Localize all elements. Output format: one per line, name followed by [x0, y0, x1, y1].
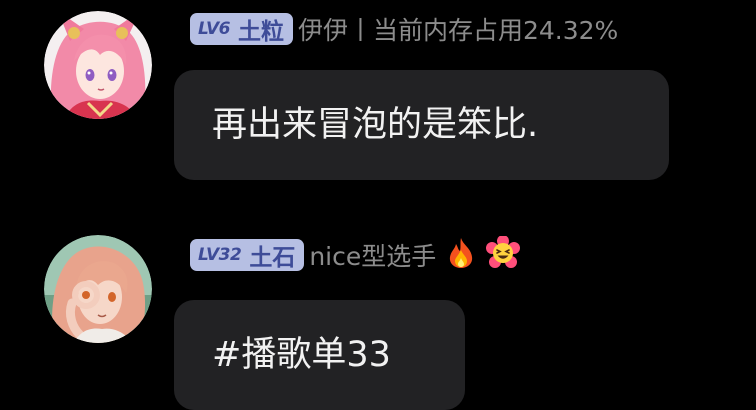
username[interactable]: nice型选手: [309, 237, 436, 273]
chat-feed: LV6 土粒 伊伊丨当前内存占用24.32% 再出来冒泡的是笨比. LV32 土…: [0, 0, 756, 410]
message-bubble[interactable]: 再出来冒泡的是笨比.: [174, 70, 669, 180]
avatar[interactable]: [44, 235, 152, 343]
grinning-flower-emoji-icon: [486, 235, 521, 274]
fan-level-badge[interactable]: LV32 土石: [190, 239, 305, 271]
message-text: 再出来冒泡的是笨比.: [212, 105, 539, 145]
avatar-image: [44, 235, 152, 343]
badge-level: LV6: [198, 19, 230, 39]
avatar-image: [44, 11, 152, 119]
message-header: LV6 土粒 伊伊丨当前内存占用24.32%: [190, 12, 618, 46]
badge-title: 土粒: [237, 19, 284, 45]
avatar[interactable]: [44, 11, 152, 119]
badge-title: 土石: [249, 245, 296, 271]
fire-emoji-icon: [446, 237, 476, 273]
message-header: LV32 土石 nice型选手: [190, 235, 521, 274]
badge-level: LV32: [198, 245, 242, 265]
message-bubble[interactable]: #播歌单33: [174, 300, 465, 410]
username[interactable]: 伊伊丨当前内存占用24.32%: [298, 11, 618, 47]
fan-level-badge[interactable]: LV6 土粒: [190, 13, 293, 45]
message-text: #播歌单33: [212, 335, 391, 375]
